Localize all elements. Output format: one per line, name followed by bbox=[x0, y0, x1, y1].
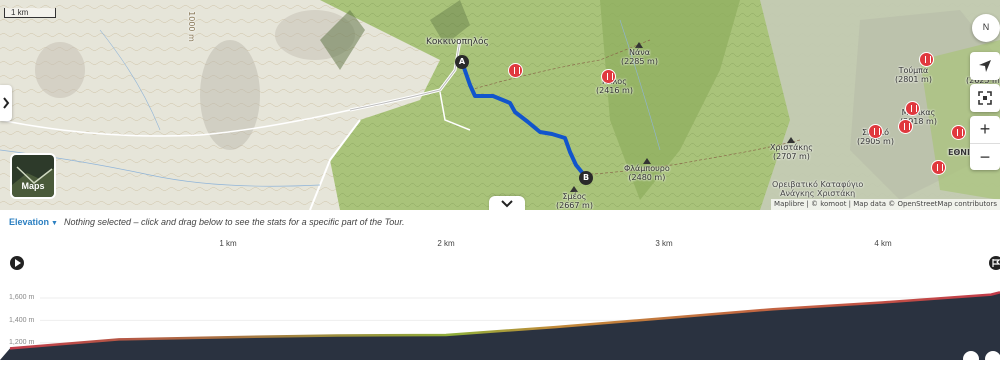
info-button[interactable] bbox=[963, 351, 979, 367]
play-tour-button[interactable] bbox=[10, 256, 24, 270]
zoom-controls: + − bbox=[970, 116, 1000, 170]
peak-toumpa[interactable]: Τούμπα (2801 m) bbox=[895, 66, 932, 84]
peak-christakis[interactable]: Χριστάκης (2707 m) bbox=[770, 137, 813, 161]
hiking-poi-icon[interactable] bbox=[931, 160, 946, 175]
peak-flambouro[interactable]: Φλάμπουρο (2480 m) bbox=[624, 158, 670, 182]
elevation-header: Elevation ▼ Nothing selected – click and d… bbox=[9, 217, 404, 227]
fullscreen-button[interactable] bbox=[970, 84, 1000, 112]
flag-icon bbox=[992, 259, 1000, 267]
fullscreen-icon bbox=[978, 91, 992, 105]
compass-north-icon: N bbox=[982, 22, 990, 32]
map-attribution[interactable]: Maplibre | © komoot | Map data © OpenStr… bbox=[771, 199, 1000, 210]
route-end-marker[interactable]: B bbox=[579, 171, 593, 185]
layers-label: Maps bbox=[21, 181, 45, 191]
map-layers-button[interactable]: Maps bbox=[10, 153, 56, 199]
map-view[interactable]: 1 km 1000 m Κοκκινοπηλός Νάνα (2285 m) Κά… bbox=[0, 0, 1000, 210]
refuge-label[interactable]: Ορειβατικό Καταφύγιο Ανάγκης Χριστάκη bbox=[772, 180, 863, 198]
map-terrain bbox=[0, 0, 1000, 210]
expand-sidebar-button[interactable] bbox=[0, 85, 12, 121]
hiking-poi-icon[interactable] bbox=[868, 124, 883, 139]
end-marker-button[interactable] bbox=[989, 256, 1000, 270]
compass-button[interactable]: N bbox=[972, 14, 1000, 42]
scale-label: 1 km bbox=[11, 8, 29, 17]
map-thumbnail-icon bbox=[12, 166, 54, 197]
x-tick-label: 4 km bbox=[874, 239, 892, 248]
hiking-poi-icon[interactable] bbox=[951, 125, 966, 140]
y-tick-label: 1,600 m bbox=[9, 294, 35, 301]
contour-label: 1000 m bbox=[186, 11, 196, 42]
peak-smeos[interactable]: Σμέος (2667 m) bbox=[556, 186, 593, 210]
hiking-poi-icon[interactable] bbox=[898, 119, 913, 134]
chevron-down-icon bbox=[501, 200, 513, 208]
elevation-area bbox=[0, 292, 1000, 360]
map-scale-bar: 1 km bbox=[4, 8, 56, 18]
x-tick-label: 1 km bbox=[219, 239, 237, 248]
hiking-poi-icon[interactable] bbox=[508, 63, 523, 78]
play-icon bbox=[15, 259, 21, 267]
zoom-in-button[interactable]: + bbox=[970, 116, 1000, 143]
hiking-poi-icon[interactable] bbox=[919, 52, 934, 67]
location-arrow-icon bbox=[979, 60, 991, 72]
x-tick-label: 2 km bbox=[437, 239, 455, 248]
locate-me-button[interactable] bbox=[970, 52, 1000, 80]
village-label: Κοκκινοπηλός bbox=[426, 37, 489, 47]
chevron-right-icon bbox=[3, 97, 10, 109]
selection-hint: Nothing selected – click and drag below … bbox=[63, 217, 405, 227]
route-start-marker[interactable]: A bbox=[455, 55, 469, 69]
y-tick-label: 1,200 m bbox=[9, 339, 35, 346]
share-button[interactable] bbox=[985, 351, 1000, 367]
zoom-out-button[interactable]: − bbox=[970, 144, 1000, 171]
y-tick-label: 1,400 m bbox=[9, 317, 35, 324]
peak-nana[interactable]: Νάνα (2285 m) bbox=[621, 42, 658, 66]
hiking-poi-icon[interactable] bbox=[905, 101, 920, 116]
elevation-profile-chart[interactable] bbox=[0, 260, 1000, 360]
x-tick-label: 3 km bbox=[655, 239, 673, 248]
elevation-dropdown[interactable]: Elevation bbox=[9, 217, 49, 227]
caret-down-icon[interactable]: ▼ bbox=[51, 220, 58, 227]
hiking-poi-icon[interactable] bbox=[601, 69, 616, 84]
